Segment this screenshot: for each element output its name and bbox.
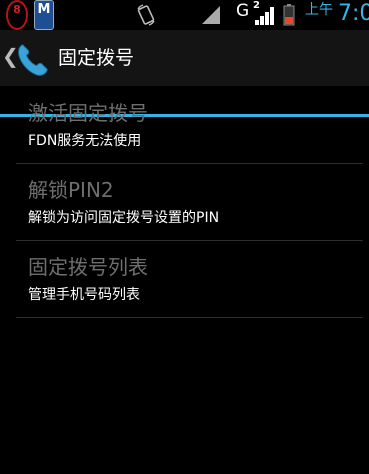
phone-icon[interactable] <box>14 40 52 78</box>
setting-summary: 解锁为访问固定拨号设置的PIN <box>28 210 220 226</box>
setting-unlock-pin2[interactable]: 解锁PIN2 解锁为访问固定拨号设置的PIN <box>0 164 369 241</box>
settings-list: 激活固定拨号 FDN服务无法使用 解锁PIN2 解锁为访问固定拨号设置的PIN … <box>0 87 369 318</box>
setting-summary: 管理手机号码列表 <box>28 287 140 303</box>
page-title: 固定拨号 <box>58 47 135 69</box>
action-bar: ❮ 固定拨号 <box>0 30 369 117</box>
battery-icon <box>283 4 295 26</box>
clock-ampm: 上午 <box>305 2 333 18</box>
cell-signal-icon <box>255 7 274 25</box>
setting-title: 解锁PIN2 <box>28 178 114 202</box>
status-bar: 8 M G 2 上午 7:02 <box>0 0 369 30</box>
setting-enable-fdn[interactable]: 激活固定拨号 FDN服务无法使用 <box>0 87 369 164</box>
rotation-lock-icon <box>137 4 155 26</box>
setting-summary: FDN服务无法使用 <box>28 133 142 149</box>
list-divider <box>16 317 363 318</box>
wifi-signal-icon <box>202 6 220 24</box>
setting-title: 激活固定拨号 <box>28 101 148 125</box>
setting-fdn-list[interactable]: 固定拨号列表 管理手机号码列表 <box>0 241 369 318</box>
network-type-label: G <box>236 1 250 21</box>
setting-title: 固定拨号列表 <box>28 255 148 279</box>
notification-badge-icon: 8 <box>6 0 28 30</box>
clock-time: 7:02 <box>338 1 369 26</box>
mcafee-icon: M <box>34 0 54 30</box>
